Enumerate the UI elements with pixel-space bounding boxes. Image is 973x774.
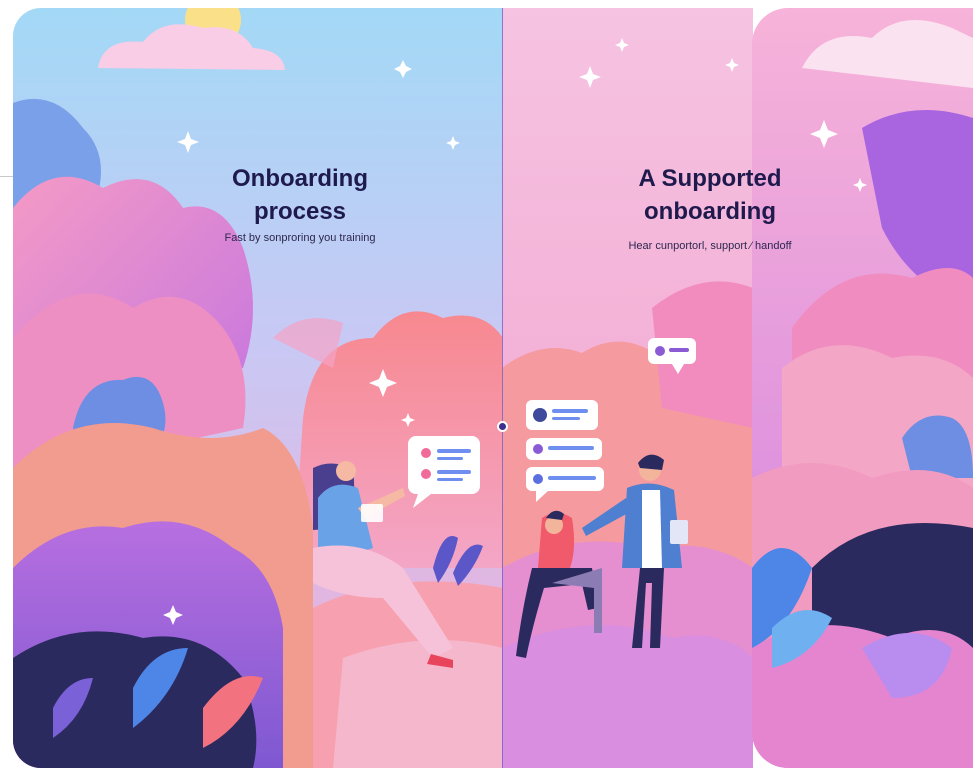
left-scene bbox=[13, 8, 503, 768]
right-scene bbox=[502, 8, 753, 768]
right-illustration-panel bbox=[502, 8, 753, 768]
right-card-subtitle: Hear cunportorl, support ⁄ handoff bbox=[628, 240, 792, 252]
side-scene bbox=[752, 8, 973, 768]
edge-rule bbox=[0, 176, 13, 177]
right-card-title: A Supported onboarding bbox=[638, 165, 782, 225]
left-card-subtitle: Fast by sonproring you training bbox=[224, 232, 376, 244]
left-illustration-panel bbox=[13, 8, 503, 768]
left-card-title: Onboarding process bbox=[232, 165, 368, 225]
comparison-divider bbox=[502, 8, 503, 768]
side-illustration-panel bbox=[752, 8, 973, 768]
divider-handle[interactable] bbox=[497, 421, 508, 432]
